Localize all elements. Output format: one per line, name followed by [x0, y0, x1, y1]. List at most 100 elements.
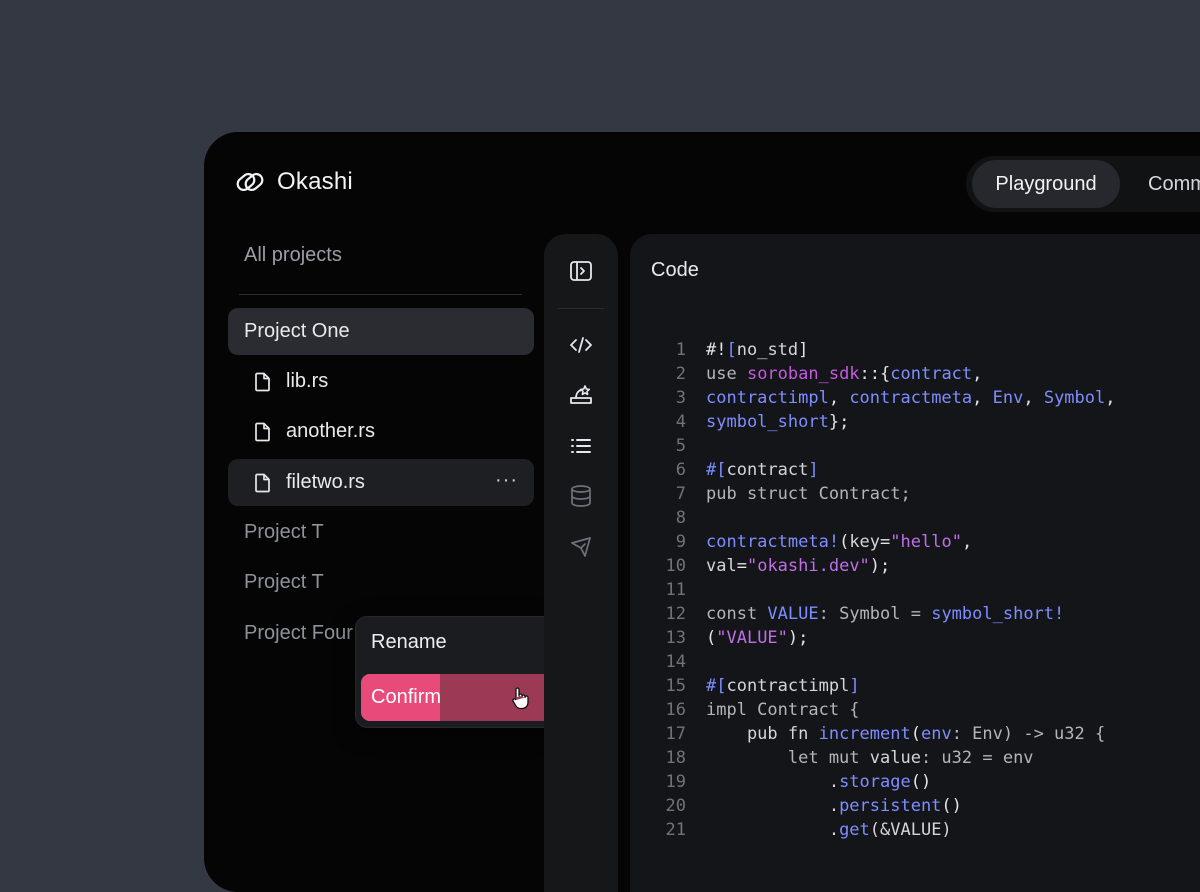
- code-token: storage: [839, 772, 911, 792]
- code-token: symbol_short!: [931, 604, 1065, 624]
- code-token: : u32 = env: [920, 748, 1034, 768]
- code-token: (): [941, 796, 962, 816]
- line-number: 14: [665, 652, 686, 672]
- code-token: .: [706, 772, 840, 792]
- line-number: 20: [665, 796, 686, 816]
- code-token: (&VALUE): [869, 820, 952, 840]
- line-number: 19: [665, 772, 686, 792]
- code-token: #[: [706, 460, 727, 480]
- project-label: Project One: [244, 320, 350, 342]
- code-token: =: [880, 532, 891, 552]
- line-number: 16: [665, 700, 686, 720]
- code-line: 13 ("VALUE");: [654, 626, 1116, 650]
- code-token: pub fn: [706, 724, 819, 744]
- line-number: 1: [675, 340, 686, 360]
- hand-cursor-icon: [512, 687, 529, 710]
- line-number: 4: [675, 412, 686, 432]
- sidebar-divider: [239, 294, 522, 295]
- code-token: Symbol: [1043, 388, 1106, 408]
- code-token: =: [736, 556, 747, 576]
- code-token: ,: [961, 532, 973, 552]
- code-token: "okashi.dev": [746, 556, 870, 576]
- list-tool-button[interactable]: [568, 433, 594, 459]
- code-line: 2 use soroban_sdk::{contract,: [654, 362, 1116, 386]
- line-number: 11: [665, 580, 686, 600]
- line-number: 17: [665, 724, 686, 744]
- deploy-tool-button[interactable]: [568, 382, 594, 408]
- send-tool-button[interactable]: [568, 534, 594, 560]
- code-line: 18 let mut value: u32 = env: [654, 746, 1116, 770]
- code-tool-button[interactable]: [568, 332, 594, 358]
- code-line: 4 symbol_short};: [654, 410, 1116, 434]
- editor-title: Code: [651, 259, 699, 281]
- code-token: "hello": [890, 532, 962, 552]
- file-label: lib.rs: [286, 370, 329, 392]
- code-token: key: [849, 532, 881, 552]
- code-line: 3 contractimpl, contractmeta, Env, Symbol…: [654, 386, 1116, 410]
- code-token: (: [706, 628, 717, 648]
- app-logo[interactable]: Okashi: [235, 167, 353, 197]
- code-token: ,: [972, 364, 983, 384]
- code-token: );: [787, 628, 809, 648]
- line-number: 18: [665, 748, 686, 768]
- code-token: ::{: [859, 364, 891, 384]
- line-number: 8: [675, 508, 686, 528]
- panel-toggle-button[interactable]: [568, 258, 594, 284]
- line-number: 3: [675, 388, 686, 408]
- line-number: 13: [665, 628, 686, 648]
- code-token: contractimpl: [726, 676, 850, 696]
- code-line: 11: [654, 578, 1116, 602]
- code-line: 21 . get (&VALUE): [654, 818, 1116, 842]
- rename-menu-item[interactable]: Rename: [371, 631, 447, 654]
- code-token: pub struct Contract;: [706, 484, 911, 504]
- code-line: 20 . persistent(): [654, 794, 1116, 818]
- code-token: contractmeta: [849, 388, 973, 408]
- code-line: 1 #![no_std]: [654, 338, 1116, 362]
- code-line: 5: [654, 434, 1116, 458]
- confirm-label: Confirm: [371, 686, 442, 708]
- code-line: 7 pub struct Contract;: [654, 482, 1116, 506]
- file-item-filetwo[interactable]: filetwo.rs ···: [228, 459, 534, 506]
- code-token: VALUE: [767, 604, 819, 624]
- code-line: 10 val = "okashi.dev");: [654, 554, 1116, 578]
- file-icon: [255, 372, 270, 391]
- code-token: persistent: [839, 796, 942, 816]
- sidebar-project-one[interactable]: Project One: [228, 308, 534, 355]
- tab-community[interactable]: Comm: [1148, 160, 1200, 208]
- iconbar-divider: [558, 308, 604, 309]
- file-icon: [255, 473, 270, 492]
- list-icon: [571, 439, 591, 453]
- code-token: contract: [726, 460, 809, 480]
- code-line: 8: [654, 506, 1116, 530]
- top-navigation: Playground Comm: [966, 156, 1200, 212]
- tab-playground[interactable]: Playground: [972, 160, 1120, 208]
- code-token: );: [869, 556, 891, 576]
- code-token: (: [839, 532, 850, 552]
- code-token: Env: [992, 388, 1024, 408]
- sidebar-project-three[interactable]: Project T: [228, 559, 534, 606]
- file-item-lib[interactable]: lib.rs: [228, 358, 534, 405]
- confirm-delete-button[interactable]: Confirm: [361, 674, 553, 721]
- code-token: ]: [849, 676, 860, 696]
- code-token: : Symbol =: [818, 604, 932, 624]
- database-icon: [571, 485, 591, 507]
- line-number: 9: [675, 532, 686, 552]
- line-number: 5: [675, 436, 686, 456]
- code-token: ,: [828, 388, 850, 408]
- send-icon: [571, 537, 591, 557]
- more-options-button[interactable]: ···: [495, 469, 518, 492]
- all-projects-link[interactable]: All projects: [244, 244, 342, 267]
- code-token: #!: [706, 340, 727, 360]
- code-token: contract: [890, 364, 973, 384]
- code-line: 17 pub fn increment(env: Env) -> u32 {: [654, 722, 1116, 746]
- database-tool-button[interactable]: [568, 483, 594, 509]
- code-area[interactable]: 1 #![no_std] 2 use soroban_sdk::{contract, 3…: [654, 338, 1116, 842]
- code-line: 15 #[contractimpl]: [654, 674, 1116, 698]
- code-token: "VALUE": [716, 628, 788, 648]
- file-item-another[interactable]: another.rs: [228, 408, 534, 455]
- line-number: 6: [675, 460, 686, 480]
- sidebar-project-two[interactable]: Project T: [228, 509, 534, 556]
- code-editor-panel: Code 1 #![no_std] 2 use soroban_sdk::{contr…: [630, 234, 1200, 892]
- code-line: 14: [654, 650, 1116, 674]
- line-number: 21: [665, 820, 686, 840]
